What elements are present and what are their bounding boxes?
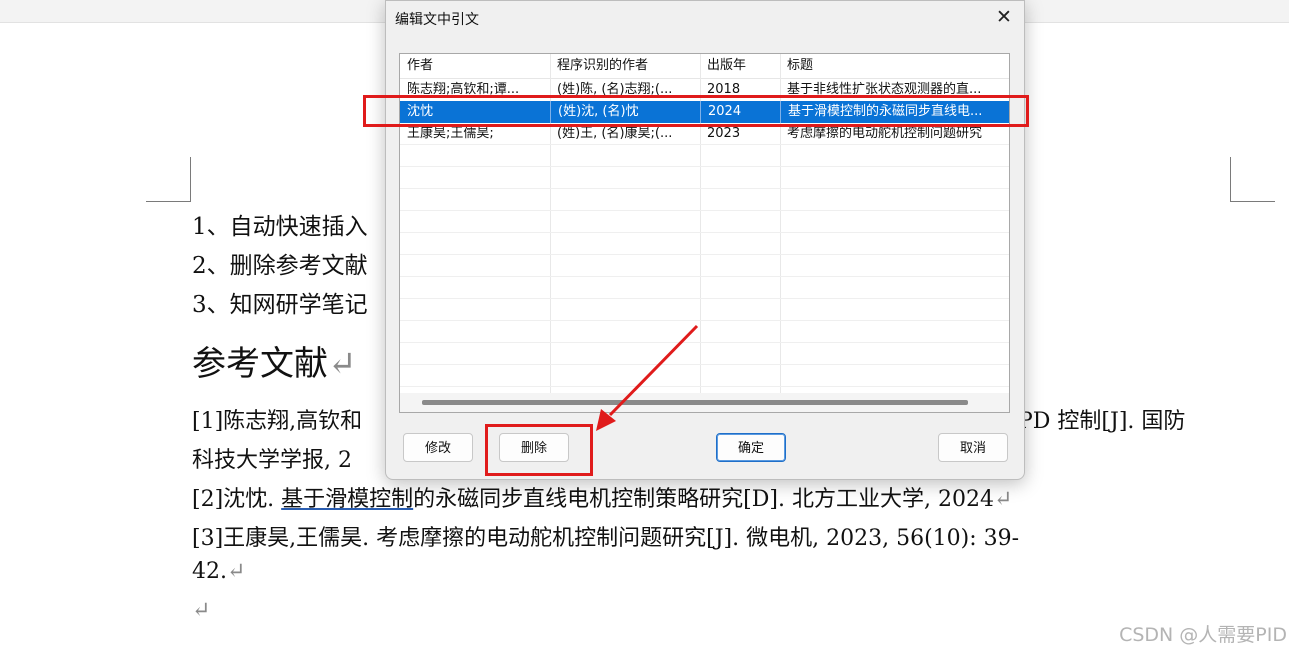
annotation-arrow-layer [596,324,699,431]
annotation-arrow-line [608,324,699,417]
